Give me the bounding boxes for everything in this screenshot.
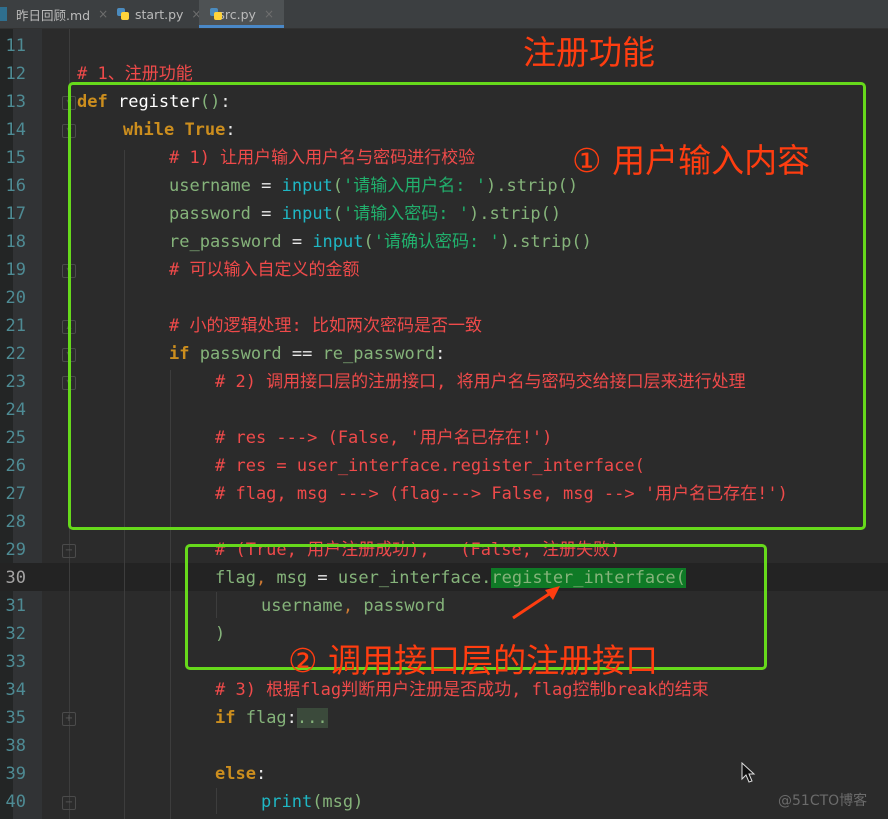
line-number[interactable]: 13 — [0, 88, 26, 116]
line-number[interactable]: 24 — [0, 396, 26, 424]
line-number[interactable]: 20 — [0, 284, 26, 312]
line-number[interactable]: 39 — [0, 760, 26, 788]
close-icon[interactable]: × — [264, 7, 274, 21]
tab-start-py[interactable]: start.py × — [116, 0, 201, 28]
line-number[interactable]: 33 — [0, 648, 26, 676]
line-number[interactable]: 19 — [0, 256, 26, 284]
line-number[interactable]: 16 — [0, 172, 26, 200]
annotation-step1: ① 用户输入内容 — [572, 141, 811, 180]
line-number[interactable]: 32 — [0, 620, 26, 648]
line-number[interactable]: 22 — [0, 340, 26, 368]
markdown-icon — [0, 7, 7, 21]
code-line-35[interactable]: if flag:... — [215, 704, 328, 732]
line-number[interactable]: 40 — [0, 788, 26, 816]
expand-fold-icon[interactable]: + — [62, 712, 76, 726]
tab-label: src.py — [218, 6, 256, 22]
line-number[interactable]: 25 — [0, 424, 26, 452]
line-number[interactable]: 12 — [0, 60, 26, 88]
python-icon — [209, 7, 222, 21]
line-number[interactable]: 35 — [0, 704, 26, 732]
editor-tab-bar: 昨日回顾.md × start.py × src.py × — [0, 0, 888, 29]
indent-guide — [216, 788, 217, 814]
annotation-arrow-icon — [512, 586, 560, 620]
tab-label: start.py — [135, 6, 184, 22]
line-number[interactable]: 30 — [0, 564, 26, 592]
line-number[interactable]: 15 — [0, 144, 26, 172]
line-number[interactable]: 14 — [0, 116, 26, 144]
line-number[interactable]: 18 — [0, 228, 26, 256]
fold-marker-icon[interactable]: − — [62, 544, 76, 558]
tab-src-py[interactable]: src.py × — [199, 0, 284, 28]
code-line-39[interactable]: else: — [215, 760, 266, 788]
annotation-title: 注册功能 — [523, 33, 655, 72]
line-number[interactable]: 17 — [0, 200, 26, 228]
line-number[interactable]: 21 — [0, 312, 26, 340]
line-number[interactable]: 28 — [0, 508, 26, 536]
line-number[interactable]: 34 — [0, 676, 26, 704]
line-number[interactable]: 29 — [0, 536, 26, 564]
mouse-pointer-icon — [741, 762, 756, 783]
line-number[interactable]: 11 — [0, 32, 26, 60]
fold-marker-icon[interactable]: − — [62, 796, 76, 810]
close-icon[interactable]: × — [98, 7, 108, 21]
code-line-40[interactable]: print(msg) — [261, 788, 363, 816]
python-icon — [116, 7, 130, 21]
line-number[interactable]: 26 — [0, 452, 26, 480]
line-number[interactable]: 38 — [0, 732, 26, 760]
watermark: @51CTO博客 — [778, 793, 868, 809]
tab-label: 昨日回顾.md — [16, 7, 91, 23]
line-number[interactable]: 27 — [0, 480, 26, 508]
folded-code-placeholder[interactable]: ... — [296, 708, 328, 728]
tab-yesterday-review[interactable]: 昨日回顾.md × — [16, 0, 108, 28]
line-number[interactable]: 23 — [0, 368, 26, 396]
line-number[interactable]: 31 — [0, 592, 26, 620]
annotation-step2: ② 调用接口层的注册接口 — [288, 641, 659, 680]
